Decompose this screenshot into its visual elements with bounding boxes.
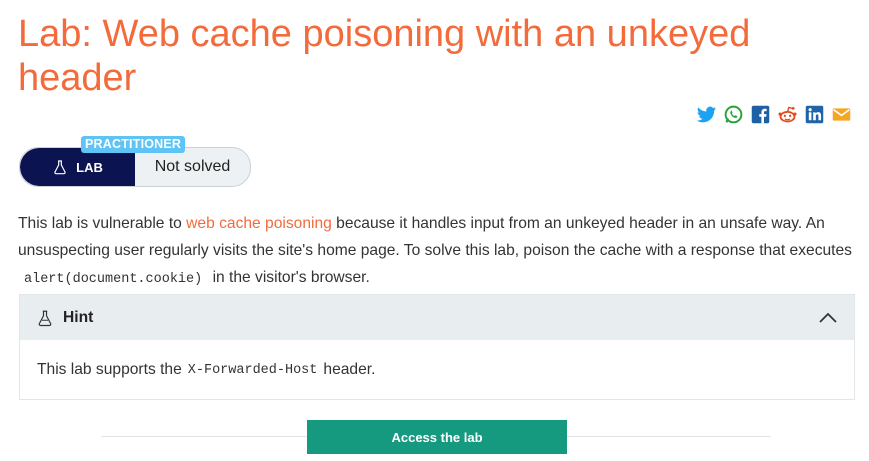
share-bar bbox=[696, 104, 852, 125]
lab-page: Lab: Web cache poisoning with an unkeyed… bbox=[0, 0, 869, 461]
hint-text-before: This lab supports the bbox=[37, 361, 182, 378]
access-lab-button[interactable]: Access the lab bbox=[307, 420, 567, 454]
chevron-up-icon[interactable] bbox=[818, 311, 838, 325]
hint-header[interactable]: Hint bbox=[20, 295, 854, 340]
page-title: Lab: Web cache poisoning with an unkeyed… bbox=[18, 13, 751, 99]
lab-badge-label: LAB bbox=[76, 159, 103, 175]
hint-panel: Hint This lab supports the X-Forwarded-H… bbox=[19, 294, 855, 400]
solve-status: Not solved bbox=[154, 158, 231, 175]
whatsapp-icon[interactable] bbox=[723, 104, 744, 125]
flask-icon bbox=[36, 309, 54, 327]
facebook-icon[interactable] bbox=[750, 104, 771, 125]
web-cache-poisoning-link[interactable]: web cache poisoning bbox=[186, 215, 332, 232]
reddit-icon[interactable] bbox=[777, 104, 798, 125]
hint-body: This lab supports the X-Forwarded-Host h… bbox=[20, 340, 854, 400]
description-text-3: in the visitor's browser. bbox=[208, 269, 370, 286]
lab-badge: LAB bbox=[20, 148, 135, 186]
hint-title: Hint bbox=[63, 308, 94, 326]
linkedin-icon[interactable] bbox=[804, 104, 825, 125]
lab-description: This lab is vulnerable to web cache pois… bbox=[18, 210, 853, 293]
level-tag: PRACTITIONER bbox=[81, 136, 186, 153]
hint-text-after: header. bbox=[323, 361, 376, 378]
flask-icon bbox=[52, 159, 68, 175]
lab-pill: LAB Not solved bbox=[19, 147, 251, 187]
alert-code: alert(document.cookie) bbox=[24, 272, 203, 287]
hint-header-code: X-Forwarded-Host bbox=[187, 362, 318, 378]
twitter-icon[interactable] bbox=[696, 104, 717, 125]
description-text-1: This lab is vulnerable to bbox=[18, 215, 187, 232]
email-icon[interactable] bbox=[831, 104, 852, 125]
